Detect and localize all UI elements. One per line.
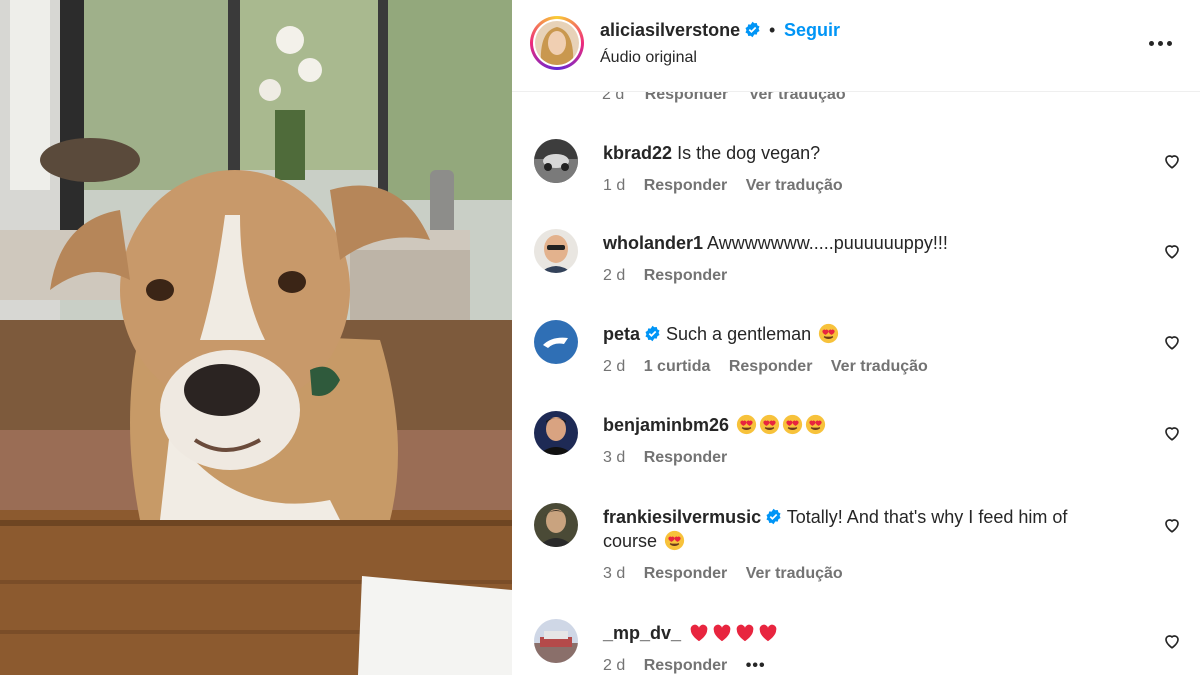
comment-age: 3 d [603, 565, 626, 582]
avatar[interactable] [534, 411, 578, 455]
comment-text: frankiesilvermusic Totally! And that's w… [603, 505, 1123, 553]
comment-meta: 3 d Responder Ver tradução [603, 565, 857, 583]
comment-text: peta Such a gentleman [603, 322, 1123, 346]
avatar[interactable] [534, 229, 578, 273]
post-header: aliciasilverstone • Seguir Áudio origina… [512, 0, 1200, 92]
author-username[interactable]: aliciasilverstone [600, 20, 761, 41]
comment-meta: 2 d Responder ••• [603, 657, 780, 675]
comment-username[interactable]: _mp_dv_ [603, 623, 681, 643]
follow-button[interactable]: Seguir [784, 20, 840, 41]
comment-text: wholander1 Awwwwwww.....puuuuuuppy!!! [603, 231, 1123, 255]
comment-meta: 3 d Responder [603, 449, 741, 467]
heart-outline-icon[interactable] [1163, 424, 1181, 442]
heart-outline-icon[interactable] [1163, 632, 1181, 650]
comment-age: 1 d [603, 177, 626, 194]
comment-age: 2 d [603, 267, 626, 284]
comment-age: 3 d [603, 449, 626, 466]
comment-username[interactable]: benjaminbm26 [603, 415, 729, 435]
translate-button[interactable]: Ver tradução [746, 565, 843, 582]
avatar[interactable] [534, 619, 578, 663]
comment-age: 2 d [603, 657, 626, 674]
red-heart-emoji-icon [736, 624, 754, 642]
separator-dot: • [769, 20, 776, 40]
reply-button[interactable]: Responder [644, 267, 728, 284]
likes-count[interactable]: 1 curtida [644, 358, 711, 375]
verified-badge-icon [645, 325, 660, 342]
comment-meta: 1 d Responder Ver tradução [603, 177, 857, 195]
comment-text: kbrad22 Is the dog vegan? [603, 141, 1123, 165]
author-username-text[interactable]: aliciasilverstone [600, 20, 740, 40]
comment-meta: 2 d 1 curtida Responder Ver tradução [603, 358, 942, 376]
heart-eyes-emoji-icon [805, 414, 826, 435]
comment-username[interactable]: frankiesilvermusic [603, 507, 761, 527]
heart-outline-icon[interactable] [1163, 152, 1181, 170]
comment-text: _mp_dv_ [603, 621, 1123, 645]
heart-eyes-emoji-icon [819, 323, 839, 344]
author-avatar[interactable] [530, 16, 584, 70]
red-heart-emoji-icon [690, 624, 708, 642]
comment-age: 2 d [603, 358, 626, 375]
comment-text: benjaminbm26 [603, 413, 1123, 437]
reply-button[interactable]: Responder [644, 449, 728, 466]
verified-badge-icon [766, 508, 781, 525]
comment-more-button[interactable]: ••• [746, 657, 766, 675]
comment-content: Awwwwwww.....puuuuuuppy!!! [707, 233, 948, 253]
heart-outline-icon[interactable] [1163, 242, 1181, 260]
post-video[interactable] [0, 0, 512, 675]
comment-username[interactable]: kbrad22 [603, 143, 672, 163]
red-heart-emoji-icon [759, 624, 777, 642]
avatar[interactable] [534, 503, 578, 547]
audio-link[interactable]: Áudio original [600, 49, 697, 67]
comment-list[interactable]: 2 d Responder Ver tradução kbrad22 Is th… [512, 0, 1200, 675]
comment-username[interactable]: wholander1 [603, 233, 703, 253]
dog-photo [0, 0, 512, 675]
comment-meta: 2 d Responder [603, 267, 741, 285]
heart-eyes-emoji-icon [782, 414, 803, 435]
red-heart-emoji-icon [713, 624, 731, 642]
comments-panel: 2 d Responder Ver tradução kbrad22 Is th… [512, 0, 1200, 675]
heart-outline-icon[interactable] [1163, 333, 1181, 351]
comment-content: Such a gentleman [666, 324, 812, 344]
heart-outline-icon[interactable] [1163, 516, 1181, 534]
translate-button[interactable]: Ver tradução [746, 177, 843, 194]
reply-button[interactable]: Responder [644, 565, 728, 582]
heart-eyes-emoji-icon [664, 530, 685, 551]
reply-button[interactable]: Responder [644, 177, 728, 194]
heart-eyes-emoji-icon [736, 414, 757, 435]
avatar[interactable] [534, 320, 578, 364]
reply-button[interactable]: Responder [644, 657, 728, 674]
verified-badge-icon [745, 21, 760, 38]
comment-content: Is the dog vegan? [677, 143, 821, 163]
comment-username[interactable]: peta [603, 324, 640, 344]
avatar[interactable] [534, 139, 578, 183]
translate-button[interactable]: Ver tradução [831, 358, 928, 375]
reply-button[interactable]: Responder [729, 358, 813, 375]
heart-eyes-emoji-icon [759, 414, 780, 435]
more-horizontal-icon[interactable] [1148, 33, 1174, 53]
